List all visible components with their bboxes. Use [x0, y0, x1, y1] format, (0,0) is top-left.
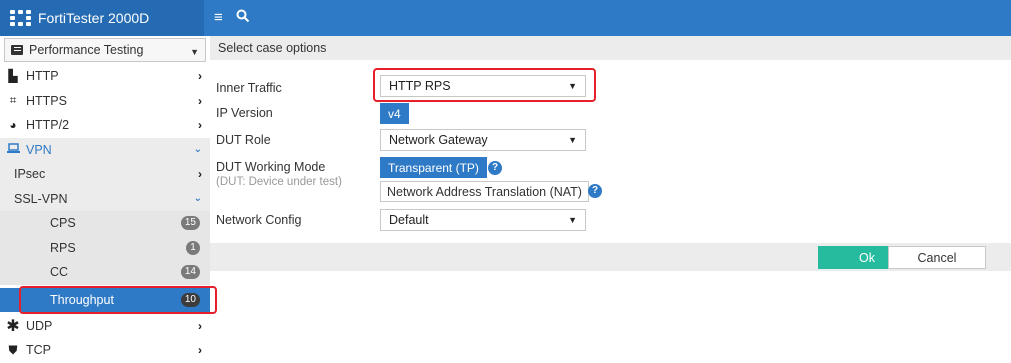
chevron-right-icon: › [198, 69, 202, 84]
sidebar-item-label: HTTPS [26, 93, 67, 108]
hamburger-icon[interactable]: ≡ [214, 9, 223, 26]
app-title: FortiTester 2000D [38, 10, 150, 26]
sidebar-item-label: CPS [50, 216, 76, 231]
ip-version-label: IP Version [216, 106, 273, 120]
section-header: Select case options [210, 36, 1011, 60]
dut-mode-transparent[interactable]: Transparent (TP) [380, 157, 487, 178]
profile-selector-value: Performance Testing [29, 43, 144, 57]
network-config-value: Default [389, 213, 429, 227]
sidebar-item-https[interactable]: ⌗ HTTPS › [0, 89, 210, 114]
highlight-inner-traffic [373, 68, 596, 102]
highlight-throughput [19, 286, 217, 314]
sidebar-item-vpn[interactable]: VPN ⌄ [0, 137, 210, 162]
top-bar: FortiTester 2000D ≡ [0, 0, 1011, 36]
sidebar-item-ipsec[interactable]: IPsec › [0, 162, 210, 187]
caret-down-icon: ▼ [568, 215, 577, 225]
count-badge: 14 [180, 265, 200, 280]
globe-icon: ◕ [9, 118, 17, 133]
asterisk-icon: ✱ [6, 318, 20, 336]
laptop-icon [6, 143, 20, 157]
chevron-right-icon: › [198, 118, 202, 133]
fortinet-logo-icon [10, 10, 32, 26]
dut-role-label: DUT Role [216, 133, 271, 147]
dut-role-value: Network Gateway [389, 133, 488, 147]
caret-down-icon: ▼ [568, 135, 577, 145]
sidebar-item-cc[interactable]: CC 14 [0, 260, 210, 285]
list-icon [11, 45, 23, 55]
sidebar-item-label: VPN [26, 142, 52, 157]
dut-role-select[interactable]: Network Gateway ▼ [380, 129, 586, 151]
sidebar-item-label: CC [50, 265, 69, 280]
sidebar-item-udp[interactable]: ✱ UDP › [0, 314, 210, 339]
chevron-down-icon: ⌄ [193, 144, 202, 156]
sidebar-item-label: HTTP [26, 69, 59, 84]
ip-version-v4[interactable]: v4 [380, 103, 409, 124]
sidebar-item-rps[interactable]: RPS 1 [0, 235, 210, 260]
chevron-right-icon: › [198, 167, 202, 182]
caret-down-icon: ▼ [190, 47, 199, 57]
sidebar-item-label: UDP [26, 319, 53, 334]
sidebar-item-label: TCP [26, 343, 51, 358]
sidebar-item-label: IPsec [14, 167, 46, 182]
sidebar-item-label: SSL-VPN [14, 191, 68, 206]
count-badge: 15 [180, 216, 200, 231]
sidebar-item-label: HTTP/2 [26, 118, 70, 133]
chevron-right-icon: › [198, 343, 202, 358]
search-icon[interactable] [236, 9, 250, 27]
sidebar-item-http2[interactable]: ◕ HTTP/2 › [0, 113, 210, 138]
network-config-label: Network Config [216, 213, 302, 227]
section-title: Select case options [218, 41, 327, 55]
sidebar-item-tcp[interactable]: ⛊ TCP › [0, 338, 210, 363]
brand: FortiTester 2000D [0, 0, 204, 36]
help-icon[interactable]: ? [488, 161, 502, 175]
sidebar-item-cps[interactable]: CPS 15 [0, 211, 210, 236]
dut-mode-label: DUT Working Mode [216, 160, 326, 174]
chevron-down-icon: ⌄ [193, 193, 202, 205]
help-icon[interactable]: ? [588, 184, 602, 198]
dut-mode-hint: (DUT: Device under test) [216, 176, 342, 188]
sidebar-item-ssl-vpn[interactable]: SSL-VPN ⌄ [0, 186, 210, 211]
inner-traffic-label: Inner Traffic [216, 81, 282, 95]
cancel-button[interactable]: Cancel [888, 246, 986, 269]
profile-selector[interactable]: Performance Testing ▼ [4, 38, 206, 62]
chevron-right-icon: › [198, 319, 202, 334]
sidebar-item-label: RPS [50, 240, 76, 255]
dut-mode-nat[interactable]: Network Address Translation (NAT) [380, 181, 589, 202]
shield-icon: ⛊ [8, 342, 18, 357]
button-bar: Ok Cancel [210, 243, 1011, 271]
chevron-right-icon: › [198, 93, 202, 108]
network-config-select[interactable]: Default ▼ [380, 209, 586, 231]
main-panel: Select case options Inner Traffic HTTP R… [210, 36, 1011, 362]
count-badge: 1 [186, 240, 200, 255]
lock-grid-icon: ⌗ [9, 93, 17, 108]
sidebar-item-http[interactable]: ▙ HTTP › [0, 64, 210, 89]
building-icon: ▙ [8, 69, 18, 84]
